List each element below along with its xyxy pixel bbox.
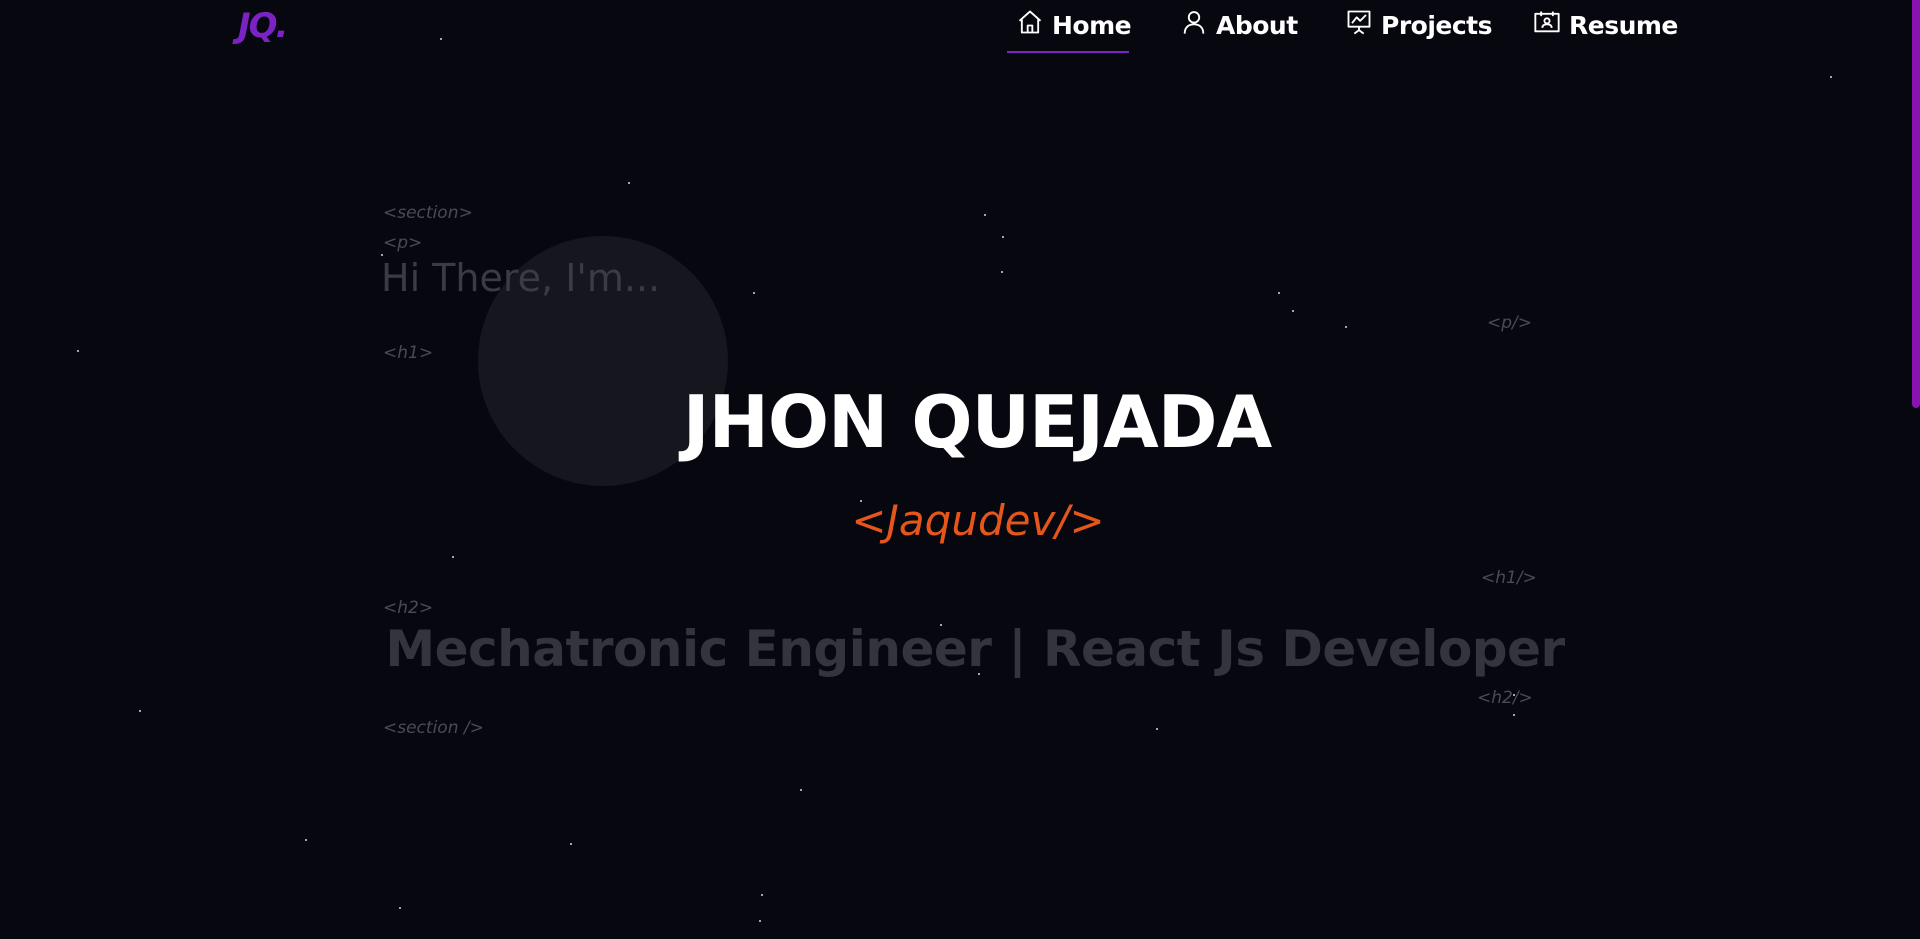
nav-resume[interactable]: Resume (1533, 6, 1678, 50)
top-navbar: JQ. Home About Projects Resume (0, 0, 1920, 56)
star (139, 710, 141, 712)
star (761, 894, 763, 896)
star (1001, 271, 1003, 273)
hero-role: Mechatronic Engineer | React Js Develope… (385, 620, 1565, 678)
star (800, 789, 802, 791)
nav-home[interactable]: Home (1016, 6, 1132, 50)
tag-section-close: <section /> (383, 718, 484, 738)
nav-about[interactable]: About (1180, 6, 1298, 50)
resume-icon (1533, 6, 1561, 42)
tag-p-close: <p/> (1487, 313, 1533, 333)
star (1156, 728, 1158, 730)
star (1278, 292, 1280, 294)
hero-handle: <Jaqudev/> (851, 496, 1105, 545)
star (305, 839, 307, 841)
tag-h2-close: <h2/> (1477, 688, 1533, 708)
page: JQ. Home About Projects Resume <section>… (0, 0, 1920, 939)
hero-name: JHON QUEJADA (682, 380, 1272, 464)
star (759, 920, 761, 922)
star (984, 214, 986, 216)
star (753, 292, 755, 294)
star (1002, 236, 1004, 238)
star (1345, 326, 1347, 328)
star (628, 182, 630, 184)
star (77, 350, 79, 352)
logo[interactable]: JQ. (238, 6, 289, 46)
active-nav-indicator (1007, 51, 1129, 53)
star (452, 556, 454, 558)
tag-h1-open: <h1> (383, 343, 434, 363)
scrollbar-thumb[interactable] (1912, 0, 1920, 408)
star (1292, 310, 1294, 312)
star (399, 907, 401, 909)
user-icon (1180, 6, 1208, 42)
tag-section-open: <section> (383, 203, 473, 223)
home-icon (1016, 6, 1044, 42)
nav-resume-label: Resume (1569, 11, 1678, 40)
nav-projects-label: Projects (1381, 11, 1493, 40)
starfield-background (0, 0, 1920, 939)
nav-projects[interactable]: Projects (1345, 6, 1493, 50)
tag-h2-open: <h2> (383, 598, 434, 618)
star (1830, 76, 1832, 78)
tag-p-open: <p> (383, 233, 423, 253)
nav-home-label: Home (1052, 11, 1132, 40)
presentation-icon (1345, 6, 1373, 42)
tag-h1-close: <h1/> (1481, 568, 1537, 588)
nav-about-label: About (1216, 11, 1298, 40)
star (1513, 714, 1515, 716)
star (570, 843, 572, 845)
scrollbar[interactable] (1912, 0, 1920, 939)
greeting-text: Hi There, I'm... (381, 256, 661, 300)
